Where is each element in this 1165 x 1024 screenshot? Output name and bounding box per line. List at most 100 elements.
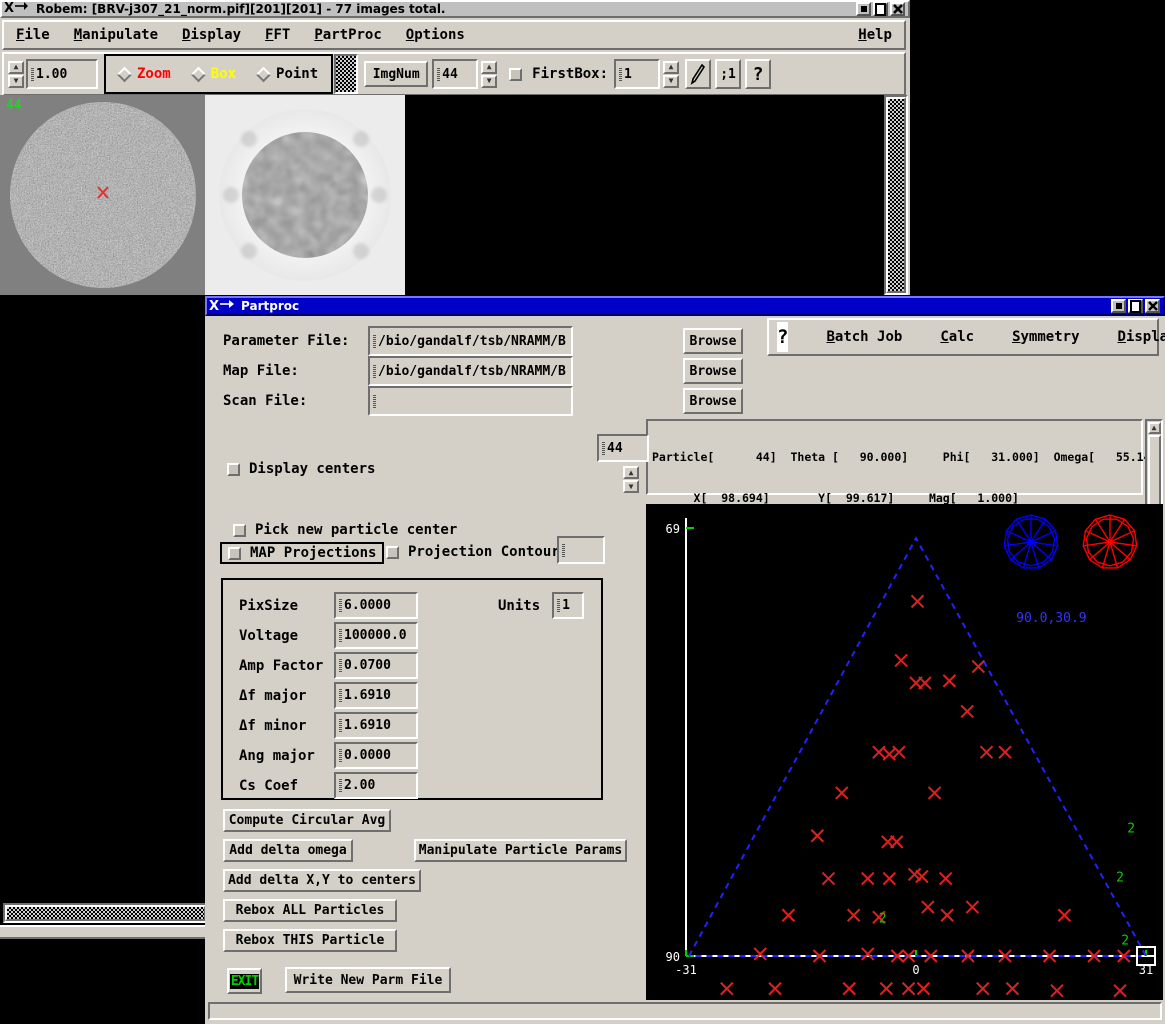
param-row-amp-factor: Amp Factor 0.0700: [239, 652, 418, 679]
menu-manipulate[interactable]: Manipulate: [62, 25, 170, 45]
canvas-vertical-scrollbar[interactable]: [884, 95, 908, 295]
param-row-cs-coef: Cs Coef 2.00: [239, 772, 418, 799]
cs-coef-input[interactable]: 2.00: [334, 772, 418, 799]
pixsize-input[interactable]: 6.0000: [334, 592, 418, 619]
particle-nav-field[interactable]: 44: [597, 434, 649, 462]
imgnum-field[interactable]: 44: [432, 59, 479, 89]
particle-image-reference[interactable]: [205, 95, 405, 295]
scan-file-input[interactable]: [368, 386, 573, 416]
menu-file[interactable]: FFileile: [4, 25, 62, 45]
particle-nav-up[interactable]: ▲: [623, 466, 639, 479]
particle-nav-down[interactable]: ▼: [623, 480, 639, 493]
ang-major-input[interactable]: 0.0000: [334, 742, 418, 769]
rebox-all-button[interactable]: Rebox ALL Particles: [223, 899, 397, 922]
euler-angle-scatter-plot[interactable]: -31 0 31 69 90 90.0,30.9 2 2 2 2: [646, 504, 1163, 1024]
tab-calc[interactable]: Calc: [928, 327, 986, 347]
menu-fft[interactable]: FFT: [253, 25, 302, 45]
compute-circular-avg-button[interactable]: Compute Circular Avg: [223, 809, 391, 832]
df-minor-input[interactable]: 1.6910: [334, 712, 418, 739]
amp-factor-input[interactable]: 0.0700: [334, 652, 418, 679]
partproc-tabbar: ? Batch Job Calc Symmetry Display: [767, 318, 1165, 356]
mode-point[interactable]: Point: [255, 66, 318, 82]
svg-text:2: 2: [1127, 822, 1135, 837]
robem-toolbar: ▲ ▼ 1.00 Zoom Box Point ImgNum 44 ▲ ▼ Fi…: [2, 52, 906, 96]
imgnum-stepper[interactable]: ▲ ▼: [481, 60, 498, 88]
df-minor-value: 1.6910: [344, 718, 391, 733]
partproc-window: X Partproc Parameter File: /bio/gandalf/…: [205, 296, 1165, 1024]
add-delta-xy-button[interactable]: Add delta X,Y to centers: [223, 869, 421, 892]
close-icon[interactable]: [890, 2, 905, 16]
particle-image-raw[interactable]: 44: [0, 95, 205, 295]
menu-options[interactable]: Options: [394, 25, 477, 45]
lower-horizontal-scrollbar[interactable]: [3, 903, 208, 923]
scrollbar-thumb[interactable]: [5, 905, 206, 921]
df-major-input[interactable]: 1.6910: [334, 682, 418, 709]
map-file-input[interactable]: /bio/gandalf/tsb/NRAMM/B: [368, 356, 573, 386]
pen-tool-button[interactable]: [685, 59, 712, 89]
pick-new-center-label: Pick new particle center: [255, 522, 458, 538]
maximize-icon[interactable]: [1128, 299, 1143, 313]
pick-new-center-checkbox[interactable]: [233, 523, 246, 537]
firstbox-stepper-up[interactable]: ▲: [663, 60, 680, 74]
x-logo-icon: X: [4, 1, 32, 17]
ctf-params-group: PixSize 6.0000 Voltage 100000.0 Amp Fact…: [221, 578, 603, 800]
imgnum-button[interactable]: ImgNum: [364, 61, 429, 87]
menu-display[interactable]: Display: [170, 25, 253, 45]
voltage-input[interactable]: 100000.0: [334, 622, 418, 649]
tab-help-button[interactable]: ?: [777, 322, 789, 352]
info-scroll-thumb[interactable]: [1147, 435, 1161, 511]
display-centers-row[interactable]: Display centers: [227, 461, 375, 477]
scrollbar-thumb[interactable]: [886, 97, 906, 293]
svg-text:X: X: [209, 299, 219, 312]
projection-contour-checkbox[interactable]: [386, 545, 399, 559]
map-projections-row[interactable]: MAP Projections: [220, 542, 385, 564]
zoom-stepper-down[interactable]: ▼: [8, 74, 24, 88]
tab-symmetry[interactable]: Symmetry: [1000, 327, 1091, 347]
display-centers-checkbox[interactable]: [227, 462, 240, 476]
info-line-2: X[ 98.694] Y[ 99.617] Mag[ 1.000]: [652, 490, 1019, 505]
tab-display[interactable]: Display: [1106, 327, 1165, 347]
robem-titlebar[interactable]: X Robem: [BRV-j307_21_norm.pif][201][201…: [0, 0, 910, 18]
rebox-this-button[interactable]: Rebox THIS Particle: [223, 929, 397, 952]
pick-new-center-row[interactable]: Pick new particle center: [233, 522, 457, 538]
minimize-icon[interactable]: [1111, 299, 1126, 313]
tab-batch-job[interactable]: Batch Job: [814, 327, 914, 347]
firstbox-field[interactable]: 1: [614, 59, 661, 89]
mode-zoom[interactable]: Zoom: [116, 66, 171, 82]
add-delta-omega-button[interactable]: Add delta omega: [223, 839, 353, 862]
image-canvas[interactable]: 44: [0, 95, 884, 295]
scan-file-browse-button[interactable]: Browse: [683, 388, 743, 414]
units-input[interactable]: 1: [552, 592, 585, 619]
firstbox-checkbox[interactable]: [509, 67, 523, 81]
semicolon-button[interactable]: ;1: [715, 59, 742, 89]
pattern-swatch-icon[interactable]: [334, 54, 359, 94]
close-icon[interactable]: [1145, 299, 1160, 313]
map-projections-checkbox[interactable]: [228, 546, 241, 560]
firstbox-stepper[interactable]: ▲ ▼: [663, 60, 680, 88]
map-file-browse-button[interactable]: Browse: [683, 358, 743, 384]
svg-text:90: 90: [666, 950, 680, 964]
parameter-file-browse-button[interactable]: Browse: [683, 328, 743, 354]
manipulate-particle-params-button[interactable]: Manipulate Particle Params: [414, 839, 627, 862]
info-scroll-up[interactable]: ▲: [1147, 422, 1161, 434]
zoom-value-field[interactable]: 1.00: [26, 59, 98, 89]
particle-nav-stepper[interactable]: ▲ ▼: [623, 466, 639, 493]
menu-help[interactable]: Help: [846, 25, 904, 45]
plot-canvas[interactable]: -31 0 31699090.0,30.92222: [646, 504, 1163, 1024]
projection-contour-field[interactable]: [557, 536, 605, 564]
exit-button[interactable]: EXIT: [227, 968, 262, 994]
imgnum-stepper-down[interactable]: ▼: [481, 74, 498, 88]
zoom-stepper-up[interactable]: ▲: [8, 60, 24, 74]
toolbar-help-button[interactable]: ?: [745, 59, 772, 89]
partproc-titlebar[interactable]: X Partproc: [205, 296, 1165, 316]
menu-partproc[interactable]: PartProc: [302, 25, 393, 45]
write-new-parm-button[interactable]: Write New Parm File: [285, 967, 451, 993]
parameter-file-input[interactable]: /bio/gandalf/tsb/NRAMM/B: [368, 326, 573, 356]
maximize-icon[interactable]: [873, 2, 888, 16]
projection-contour-row[interactable]: Projection Contour: [386, 544, 560, 560]
imgnum-stepper-up[interactable]: ▲: [481, 60, 498, 74]
mode-box[interactable]: Box: [190, 66, 236, 82]
zoom-stepper[interactable]: ▲ ▼: [8, 60, 24, 88]
minimize-icon[interactable]: [856, 2, 871, 16]
firstbox-stepper-down[interactable]: ▼: [663, 74, 680, 88]
